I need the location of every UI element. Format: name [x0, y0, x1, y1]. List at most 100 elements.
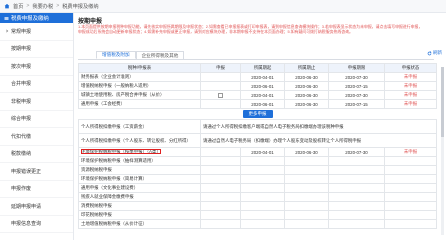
tab-bar: 增值税及附加 企业所得税及其他 [96, 51, 185, 59]
sidebar-item[interactable]: 非税申报 [0, 93, 73, 111]
period-start: 2020-04-01 [240, 147, 285, 157]
row-check[interactable] [200, 81, 241, 91]
sidebar-item[interactable]: 常规申报 [0, 23, 73, 41]
tax-name[interactable]: 残疾人就业保障金缴费申报 [78, 192, 201, 202]
table-row[interactable]: 增值税纳税申报（一般纳税人适用） 2020-06-01 2020-06-30 2… [78, 81, 437, 91]
table-row[interactable]: 环境保护税纳税申报（简易计算） [78, 174, 437, 184]
tax-name[interactable]: 印花税纳税申报 [78, 210, 201, 220]
tab-divider [78, 59, 434, 60]
sidebar-item[interactable]: 申报错误更正 [0, 163, 73, 181]
table-row[interactable]: 消费税纳税申报 [78, 201, 437, 211]
refresh-icon [427, 50, 432, 55]
breadcrumb-separator: > [26, 3, 30, 9]
table-row-highlighted[interactable]: 环境保护税纳税申报（按季申报）（A类） 2020-04-01 2020-06-3… [78, 147, 437, 157]
deadline: 2020-07-15 [328, 81, 385, 91]
table-row[interactable]: 城镇土地使用税、房产税合并申报（从价） 2020-04-01 2020-06-3… [78, 90, 437, 100]
home-icon[interactable] [4, 3, 10, 9]
period-end: 2020-06-30 [284, 99, 329, 109]
row-check[interactable] [200, 72, 241, 82]
sidebar-item[interactable]: 综合申报 [0, 111, 73, 128]
declaration-table: 税种/申报表 申报 所属期起 所属期止 申报期限 申报状态 财务报表（企业会计准… [78, 63, 437, 229]
table-row[interactable]: 土地增值税纳税申报（从价计征） [78, 219, 437, 229]
status-badge: 未申报 [384, 147, 437, 157]
scrollbar-thumb[interactable] [441, 67, 444, 137]
breadcrumb-home[interactable]: 首页 [13, 3, 23, 10]
tax-name[interactable]: 土地增值税纳税申报（从价计征） [78, 219, 201, 229]
period-start: 2020-04-01 [240, 72, 285, 82]
col-header: 税种/申报表 [78, 63, 201, 73]
sidebar-item-label: 按期申报 [11, 46, 32, 53]
sidebar-item[interactable]: 申报作废 [0, 181, 73, 198]
tax-name[interactable]: 个人所得税扣缴申报（工资薪金） [78, 119, 201, 134]
tax-name[interactable]: 个人所得税扣缴申报（个人股东、转让股权、分红所得） [78, 133, 201, 148]
tax-name[interactable]: 通用申报（文化事业建设费） [78, 183, 201, 193]
deadline: 2020-07-30 [328, 147, 385, 157]
row-check[interactable] [200, 90, 241, 100]
table-row[interactable]: 通用申报（工会经费） 2020-06-01 2020-06-30 2020-07… [78, 99, 437, 109]
table-row[interactable]: 个人所得税扣缴申报（工资薪金） 请通过个人所得税扣缴客户端或自然人电子税务局扣缴… [78, 119, 437, 134]
status-badge: 未申报 [384, 90, 437, 100]
tax-name[interactable]: 资源税纳税申报 [78, 165, 201, 175]
tab-cit[interactable]: 企业所得税及其他 [135, 51, 185, 59]
sidebar-header[interactable]: 税费申报及缴纳 [0, 13, 73, 23]
notice-text: 1.本页面提供按期申报税种申报功能，请先核实申报所属期限及申报状态；2.如需查看… [78, 24, 423, 34]
tax-name[interactable]: 环境保护税纳税申报（抽样测算适用） [78, 156, 201, 166]
refresh-button[interactable]: 刷新 [427, 50, 442, 56]
sidebar-item[interactable]: 申报信息查询 [0, 216, 73, 233]
sidebar-item[interactable]: 延期申报申请 [0, 198, 73, 216]
tax-name[interactable]: 财务报表（企业会计准则） [78, 72, 201, 82]
row-note: 请通过自然人电子税务局（扣缴端）办理个人股东变动及股权转让个人所得税申报 [200, 133, 437, 148]
table-row[interactable]: 通用申报（文化事业建设费） [78, 183, 437, 193]
tax-name[interactable]: 消费税纳税申报 [78, 201, 201, 211]
tax-name[interactable]: 环境保护税纳税申报（简易计算） [78, 174, 201, 184]
col-header: 所属期起 [240, 63, 285, 73]
tax-name[interactable]: 环境保护税纳税申报（按季申报）（A类） [78, 147, 201, 157]
sidebar-item[interactable]: 代扣代缴 [0, 128, 73, 146]
deadline: 2020-07-15 [328, 99, 385, 109]
highlighted-tax-name[interactable]: 环境保护税纳税申报（按季申报）（A类） [81, 149, 161, 154]
main-panel: 按期申报 1.本页面提供按期申报税种申报功能，请先核实申报所属期限及申报状态；2… [76, 13, 446, 240]
sidebar-item-label: 申报信息查询 [11, 221, 42, 228]
sidebar-item[interactable]: 按次申报 [0, 58, 73, 76]
table-row[interactable]: 资源税纳税申报 [78, 165, 437, 175]
table-row[interactable]: 环境保护税纳税申报（抽样测算适用） [78, 156, 437, 166]
deadline: 2020-07-30 [328, 72, 385, 82]
breadcrumb: 首页 > 我要办税 > 税费申报及缴纳 [0, 0, 446, 13]
table-row[interactable]: 印花税纳税申报 [78, 210, 437, 220]
status-badge: 未申报 [384, 81, 437, 91]
row-check[interactable] [200, 99, 241, 109]
sidebar-item[interactable]: 税款缴纳 [0, 146, 73, 163]
sidebar-header-label: 税费申报及缴纳 [11, 16, 49, 22]
more-declarations-button[interactable]: 更多申报 [242, 110, 273, 118]
breadcrumb-level3: 税费申报及缴纳 [62, 3, 99, 10]
tax-name[interactable]: 增值税纳税申报（一般纳税人适用） [78, 81, 201, 91]
tab-vat[interactable]: 增值税及附加 [96, 51, 136, 59]
period-start: 2020-06-01 [240, 99, 285, 109]
refresh-label: 刷新 [433, 50, 442, 55]
period-start: 2020-04-01 [240, 90, 285, 100]
chevron-right-icon [6, 29, 9, 33]
menu-icon [4, 16, 9, 20]
sidebar-item[interactable]: 按期申报 [0, 41, 73, 58]
period-end: 2020-06-30 [284, 81, 329, 91]
deadline: 2020-07-30 [328, 90, 385, 100]
tax-name[interactable]: 城镇土地使用税、房产税合并申报（从价） [78, 90, 201, 100]
table-row[interactable]: 残疾人就业保障金缴费申报 [78, 192, 437, 202]
sidebar-item-label: 延期申报申请 [11, 203, 42, 210]
row-check[interactable] [200, 147, 241, 157]
sidebar-item-label: 合并申报 [11, 81, 32, 88]
sidebar-item[interactable]: 合并申报 [0, 76, 73, 93]
period-start: 2020-06-01 [240, 81, 285, 91]
table-row[interactable]: 个人所得税扣缴申报（个人股东、转让股权、分红所得） 请通过自然人电子税务局（扣缴… [78, 133, 437, 148]
table-row[interactable]: 财务报表（企业会计准则） 2020-04-01 2020-06-30 2020-… [78, 72, 437, 82]
breadcrumb-separator: > [56, 3, 60, 9]
col-header: 申报状态 [384, 63, 437, 73]
col-header: 申报 [200, 63, 241, 73]
breadcrumb-level2[interactable]: 我要办税 [32, 3, 53, 10]
status-badge: 未申报 [384, 72, 437, 82]
more-row: 更多申报 [79, 109, 437, 120]
checkbox[interactable] [218, 92, 223, 98]
col-header: 所属期止 [284, 63, 329, 73]
tax-name[interactable]: 通用申报（工会经费） [78, 99, 201, 109]
sidebar-item-label: 综合申报 [11, 116, 32, 123]
